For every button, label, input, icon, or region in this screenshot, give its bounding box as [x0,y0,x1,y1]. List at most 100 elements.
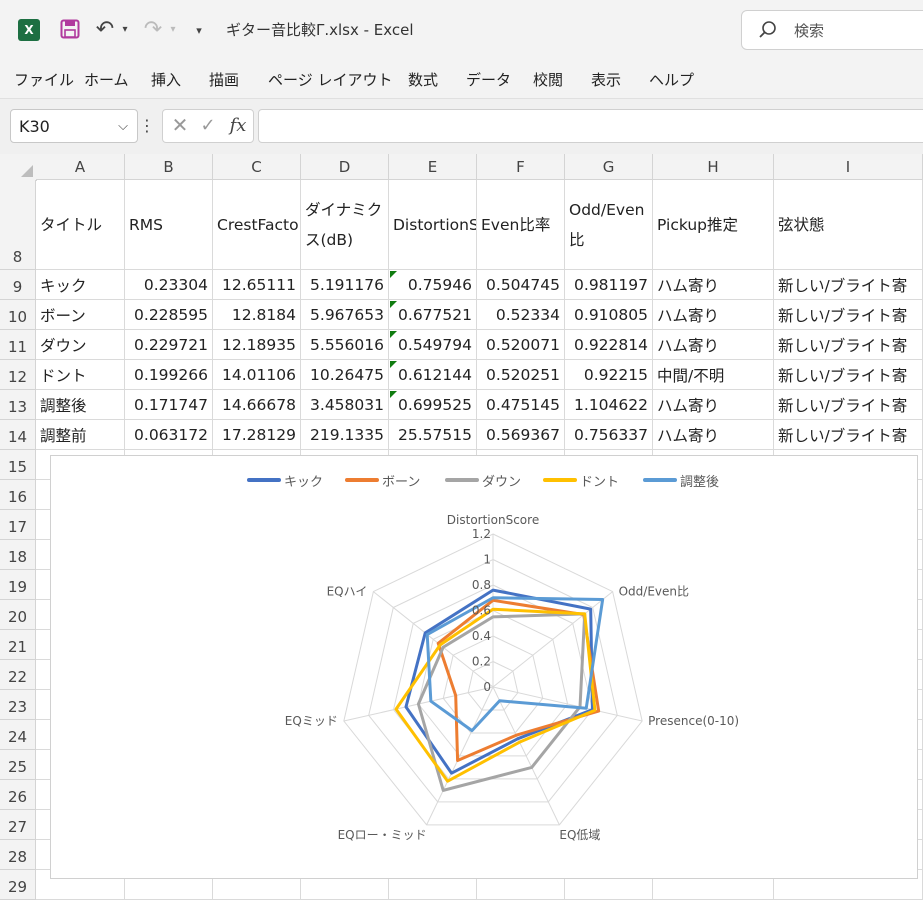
row-header-14[interactable]: 14 [0,420,36,450]
tab-review[interactable]: 校閲 [533,69,563,90]
table-cell-a[interactable]: ダウン [36,330,125,360]
row-header-24[interactable]: 24 [0,720,36,750]
table-cell-f[interactable]: 0.475145 [477,390,565,420]
table-cell-a[interactable]: ドント [36,360,125,390]
tab-insert[interactable]: 挿入 [151,69,181,90]
row-header-17[interactable]: 17 [0,510,36,540]
table-cell-e[interactable]: 0.612144 [389,360,477,390]
more-options-icon[interactable]: ⋮ [139,113,155,137]
table-cell-c[interactable]: 14.66678 [213,390,301,420]
row-header-9[interactable]: 9 [0,270,36,300]
table-cell-h[interactable]: ハム寄り [653,390,774,420]
select-all-button[interactable] [0,154,37,181]
table-cell-c[interactable]: 12.18935 [213,330,301,360]
table-cell-d[interactable]: 5.967653 [301,300,389,330]
header-cell-c[interactable]: CrestFactor(dB) [213,180,301,270]
table-cell-i[interactable]: 新しい/ブライト寄 [774,420,923,450]
row-header-21[interactable]: 21 [0,630,36,660]
column-header-i[interactable]: I [774,154,923,180]
row-header-13[interactable]: 13 [0,390,36,420]
table-cell-b[interactable]: 0.23304 [125,270,213,300]
table-cell-d[interactable]: 5.556016 [301,330,389,360]
row-header-18[interactable]: 18 [0,540,36,570]
column-header-d[interactable]: D [301,154,389,180]
header-cell-e[interactable]: DistortionScore [389,180,477,270]
row-header-19[interactable]: 19 [0,570,36,600]
table-cell-g[interactable]: 0.922814 [565,330,653,360]
table-cell-e[interactable]: 0.699525 [389,390,477,420]
row-header-15[interactable]: 15 [0,450,36,480]
column-header-e[interactable]: E [389,154,477,180]
redo-dropdown-icon[interactable]: ▾ [168,22,178,36]
table-cell-g[interactable]: 0.92215 [565,360,653,390]
tab-draw[interactable]: 描画 [209,69,239,90]
table-cell-i[interactable]: 新しい/ブライト寄 [774,330,923,360]
table-cell-i[interactable]: 新しい/ブライト寄 [774,390,923,420]
formula-input[interactable] [258,109,923,143]
header-cell-d[interactable]: ダイナミクス(dB) [301,180,389,270]
row-header-29[interactable]: 29 [0,870,36,900]
column-header-g[interactable]: G [565,154,653,180]
header-cell-a[interactable]: タイトル [36,180,125,270]
header-cell-b[interactable]: RMS [125,180,213,270]
tab-page-layout[interactable]: ページ レイアウト [268,69,392,90]
table-cell-a[interactable]: キック [36,270,125,300]
table-cell-g[interactable]: 0.981197 [565,270,653,300]
table-cell-f[interactable]: 0.569367 [477,420,565,450]
chevron-down-icon[interactable]: ⌵ [115,117,131,135]
header-cell-i[interactable]: 弦状態 [774,180,923,270]
row-header-27[interactable]: 27 [0,810,36,840]
row-header-25[interactable]: 25 [0,750,36,780]
table-cell-g[interactable]: 0.910805 [565,300,653,330]
header-cell-f[interactable]: Even比率 [477,180,565,270]
undo-icon[interactable]: ↶ [94,17,116,42]
table-cell-f[interactable]: 0.520071 [477,330,565,360]
table-cell-d[interactable]: 10.26475 [301,360,389,390]
row-header-23[interactable]: 23 [0,690,36,720]
table-cell-g[interactable]: 0.756337 [565,420,653,450]
table-cell-h[interactable]: ハム寄り [653,270,774,300]
table-cell-b[interactable]: 0.199266 [125,360,213,390]
table-cell-e[interactable]: 0.75946 [389,270,477,300]
tab-view[interactable]: 表示 [591,69,621,90]
table-cell-c[interactable]: 12.8184 [213,300,301,330]
tab-file[interactable]: ファイル [14,69,74,90]
table-cell-a[interactable]: 調整前 [36,420,125,450]
table-cell-c[interactable]: 12.65111 [213,270,301,300]
table-cell-i[interactable]: 新しい/ブライト寄 [774,300,923,330]
table-cell-h[interactable]: ハム寄り [653,330,774,360]
table-cell-e[interactable]: 0.677521 [389,300,477,330]
table-cell-b[interactable]: 0.063172 [125,420,213,450]
row-header-16[interactable]: 16 [0,480,36,510]
table-cell-e[interactable]: 25.57515 [389,420,477,450]
table-cell-d[interactable]: 219.1335 [301,420,389,450]
row-header-10[interactable]: 10 [0,300,36,330]
column-header-a[interactable]: A [36,154,125,180]
table-cell-e[interactable]: 0.549794 [389,330,477,360]
customize-qat-icon[interactable]: ▾ [192,21,206,39]
table-cell-d[interactable]: 3.458031 [301,390,389,420]
table-cell-b[interactable]: 0.228595 [125,300,213,330]
row-header-11[interactable]: 11 [0,330,36,360]
row-header-26[interactable]: 26 [0,780,36,810]
header-cell-g[interactable]: Odd/Even比 [565,180,653,270]
table-cell-h[interactable]: 中間/不明 [653,360,774,390]
tab-data[interactable]: データ [466,69,511,90]
tab-help[interactable]: ヘルプ [649,69,694,90]
row-header-22[interactable]: 22 [0,660,36,690]
name-box[interactable]: K30 ⌵ [10,109,138,143]
row-header-28[interactable]: 28 [0,840,36,870]
table-cell-h[interactable]: ハム寄り [653,420,774,450]
cancel-icon[interactable]: ✕ [171,113,189,137]
table-cell-c[interactable]: 17.28129 [213,420,301,450]
redo-icon[interactable]: ↷ [142,17,164,42]
table-cell-f[interactable]: 0.504745 [477,270,565,300]
table-cell-g[interactable]: 1.104622 [565,390,653,420]
table-cell-a[interactable]: ボーン [36,300,125,330]
column-header-f[interactable]: F [477,154,565,180]
table-cell-i[interactable]: 新しい/ブライト寄 [774,270,923,300]
tab-home[interactable]: ホーム [84,69,129,90]
table-cell-f[interactable]: 0.52334 [477,300,565,330]
row-header-12[interactable]: 12 [0,360,36,390]
row-header-8[interactable]: 8 [0,180,36,270]
